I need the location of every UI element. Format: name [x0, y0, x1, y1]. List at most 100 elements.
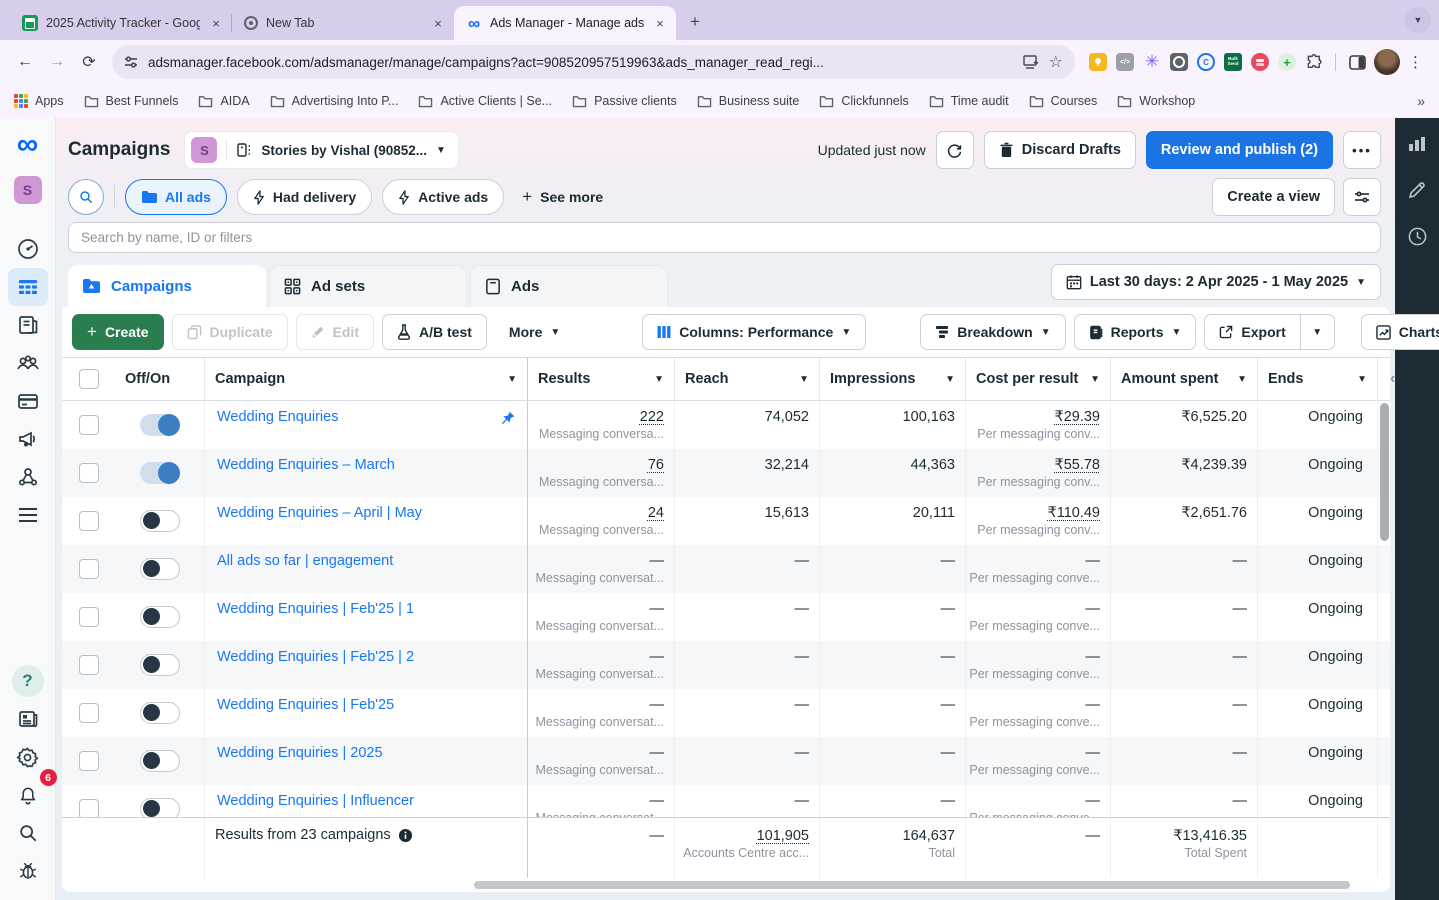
row-checkbox[interactable]: [79, 415, 99, 435]
extension-icon[interactable]: [1170, 53, 1188, 71]
campaign-name-link[interactable]: Wedding Enquiries | Feb'25 | 2: [217, 649, 414, 665]
bookmark-folder[interactable]: Business suite: [697, 94, 800, 108]
campaign-name-link[interactable]: Wedding Enquiries | Feb'25: [217, 697, 394, 713]
tab-close-icon[interactable]: ×: [652, 15, 668, 31]
extension-icon[interactable]: </>: [1116, 53, 1134, 71]
bookmarks-overflow-chevron[interactable]: »: [1417, 93, 1425, 109]
extension-icon[interactable]: [1089, 53, 1107, 71]
campaign-toggle[interactable]: [140, 654, 180, 676]
bookmark-folder[interactable]: Workshop: [1117, 94, 1195, 108]
campaign-name-link[interactable]: Wedding Enquiries – April | May: [217, 505, 422, 521]
bookmark-folder[interactable]: Passive clients: [572, 94, 677, 108]
report-bug-icon[interactable]: [8, 852, 48, 890]
campaign-name-link[interactable]: All ads so far | engagement: [217, 553, 393, 569]
column-header-amount-spent[interactable]: Amount spent▼: [1111, 358, 1258, 400]
row-checkbox[interactable]: [79, 751, 99, 771]
export-options-button[interactable]: ▼: [1301, 314, 1335, 350]
create-button[interactable]: +Create: [72, 314, 164, 350]
campaign-name-link[interactable]: Wedding Enquiries: [217, 409, 338, 425]
browser-tab[interactable]: New Tab ×: [232, 6, 454, 40]
see-more-filters[interactable]: + See more: [514, 187, 611, 207]
campaign-toggle[interactable]: [140, 702, 180, 724]
campaign-toggle[interactable]: [140, 414, 180, 436]
campaign-toggle[interactable]: [140, 558, 180, 580]
campaign-name-link[interactable]: Wedding Enquiries | 2025: [217, 745, 383, 761]
bookmark-folder[interactable]: Active Clients | Se...: [418, 94, 552, 108]
row-checkbox[interactable]: [79, 463, 99, 483]
account-overview-icon[interactable]: [8, 230, 48, 268]
install-app-icon[interactable]: [1023, 55, 1039, 69]
horizontal-scrollbar[interactable]: [474, 881, 1350, 889]
edit-button[interactable]: Edit: [296, 314, 374, 350]
browser-menu-icon[interactable]: ⋮: [1402, 53, 1429, 71]
campaign-toggle[interactable]: [140, 462, 180, 484]
column-header-results[interactable]: Results▼: [528, 358, 675, 400]
view-settings-button[interactable]: [1343, 178, 1381, 216]
columns-button[interactable]: Columns: Performance▼: [642, 314, 866, 350]
bookmark-folder[interactable]: Best Funnels: [84, 94, 179, 108]
vertical-scrollbar[interactable]: [1380, 403, 1389, 541]
header-overflow-button[interactable]: •••: [1343, 131, 1381, 169]
campaign-name-link[interactable]: Wedding Enquiries | Feb'25 | 1: [217, 601, 414, 617]
collapse-column-chevron[interactable]: ‹: [1388, 370, 1395, 388]
reports-button[interactable]: Reports▼: [1074, 314, 1197, 350]
profile-avatar[interactable]: [1374, 49, 1400, 75]
select-all-checkbox[interactable]: [79, 369, 99, 389]
more-button[interactable]: More▼: [495, 314, 574, 350]
search-input[interactable]: [68, 222, 1381, 253]
date-range-selector[interactable]: Last 30 days: 2 Apr 2025 - 1 May 2025 ▼: [1051, 264, 1381, 300]
side-panel-icon[interactable]: [1342, 47, 1372, 77]
campaign-toggle[interactable]: [140, 798, 180, 817]
column-header-cost-per-result[interactable]: Cost per result▼: [966, 358, 1111, 400]
tab-close-icon[interactable]: ×: [208, 15, 224, 31]
campaign-toggle[interactable]: [140, 750, 180, 772]
search-nav-icon[interactable]: [8, 814, 48, 852]
row-checkbox[interactable]: [79, 799, 99, 817]
row-checkbox[interactable]: [79, 559, 99, 579]
filter-search-button[interactable]: [68, 179, 104, 215]
extensions-puzzle-icon[interactable]: [1305, 53, 1323, 71]
settings-gear-icon[interactable]: [8, 738, 48, 776]
tab-ad-sets[interactable]: Ad sets: [269, 265, 467, 307]
bookmark-folder[interactable]: AIDA: [198, 94, 249, 108]
campaign-name-link[interactable]: Wedding Enquiries | Influencer: [217, 793, 414, 809]
filter-had-delivery[interactable]: Had delivery: [237, 179, 372, 215]
history-clock-icon[interactable]: [1407, 226, 1428, 247]
bookmark-apps[interactable]: Apps: [14, 94, 64, 108]
ab-test-button[interactable]: A/B test: [382, 314, 487, 350]
export-button[interactable]: Export: [1204, 314, 1300, 350]
edit-panel-icon[interactable]: [1407, 180, 1427, 200]
bookmark-folder[interactable]: Courses: [1029, 94, 1098, 108]
extension-icon[interactable]: C: [1197, 53, 1215, 71]
filter-all-ads[interactable]: All ads: [125, 179, 227, 215]
bookmark-folder[interactable]: Time audit: [929, 94, 1009, 108]
new-tab-button[interactable]: +: [682, 9, 708, 35]
account-badge[interactable]: S: [14, 176, 42, 204]
extension-icon[interactable]: +: [1278, 53, 1296, 71]
business-assets-nav-icon[interactable]: [8, 458, 48, 496]
tab-close-icon[interactable]: ×: [430, 15, 446, 31]
campaign-toggle[interactable]: [140, 606, 180, 628]
column-header-impressions[interactable]: Impressions▼: [820, 358, 966, 400]
tab-strip-chevron-button[interactable]: ▼: [1405, 7, 1431, 33]
browser-tab[interactable]: 2025 Activity Tracker - Goog ×: [10, 6, 232, 40]
bookmark-star-icon[interactable]: ☆: [1049, 52, 1063, 72]
account-selector[interactable]: S Stories by Vishal (90852... ▼: [184, 131, 459, 169]
charts-panel-icon[interactable]: [1407, 134, 1427, 154]
row-checkbox[interactable]: [79, 511, 99, 531]
campaign-toggle[interactable]: [140, 510, 180, 532]
audiences-nav-icon[interactable]: [8, 344, 48, 382]
ads-settings-nav-icon[interactable]: [8, 420, 48, 458]
all-tools-menu-icon[interactable]: [8, 496, 48, 534]
column-header-reach[interactable]: Reach▼: [675, 358, 820, 400]
column-header-off-on[interactable]: Off/On: [115, 358, 205, 400]
campaigns-nav-icon[interactable]: [8, 268, 48, 306]
review-publish-button[interactable]: Review and publish (2): [1146, 131, 1333, 169]
help-button[interactable]: ?: [8, 662, 48, 700]
extension-icon[interactable]: ✳: [1143, 53, 1161, 71]
column-header-campaign[interactable]: Campaign▼: [205, 358, 528, 400]
tab-campaigns[interactable]: Campaigns: [68, 265, 266, 307]
site-settings-icon[interactable]: [124, 55, 138, 69]
notifications-bell-icon[interactable]: 6: [8, 776, 48, 814]
forward-button[interactable]: →: [42, 47, 72, 77]
